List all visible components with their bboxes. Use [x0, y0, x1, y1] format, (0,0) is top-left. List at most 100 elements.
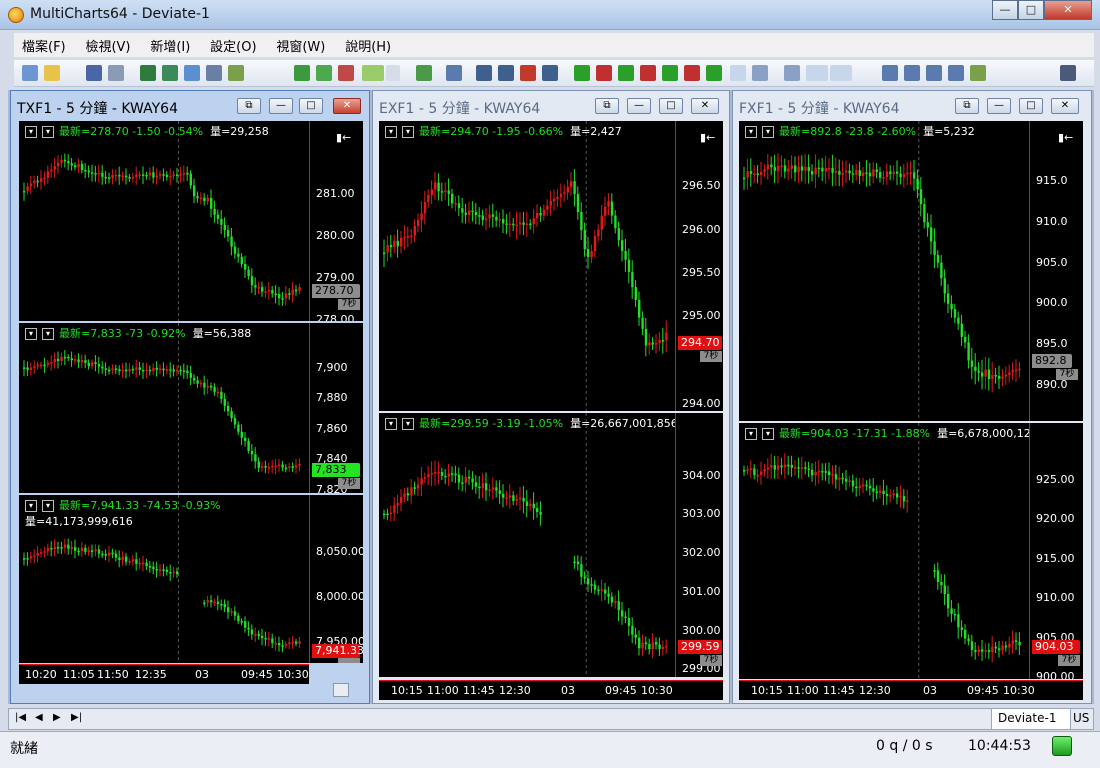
chart-window-exf1[interactable]: EXF1 - 5 分鐘 - KWAY64 ⧉ — □ ✕ ▾ ▾ 最新=294.70…: [372, 90, 730, 704]
close-button[interactable]: ✕: [333, 98, 361, 114]
detach-button[interactable]: ⧉: [237, 98, 261, 114]
series-3-icon[interactable]: [618, 65, 634, 81]
scanner-icon[interactable]: [184, 65, 200, 81]
pin-icon[interactable]: ▮←: [700, 131, 715, 144]
ohlc-icon[interactable]: [498, 65, 514, 81]
comment-icon[interactable]: [784, 65, 800, 81]
chart-window-icon[interactable]: [140, 65, 156, 81]
crosshair-icon[interactable]: [752, 65, 768, 81]
candle-icon[interactable]: [520, 65, 536, 81]
collapse-icon[interactable]: ▾: [25, 500, 37, 512]
time-axis[interactable]: 10:15 11:00 11:45 12:30 03 09:45 10:30: [379, 680, 723, 700]
dropdown-icon[interactable]: ▾: [762, 428, 774, 440]
insert-drawing-icon[interactable]: [338, 65, 354, 81]
zoom-out-icon[interactable]: [904, 65, 920, 81]
trendline-icon[interactable]: [1060, 65, 1076, 81]
series-1-icon[interactable]: [574, 65, 590, 81]
tab-deviate-1[interactable]: Deviate-1: [991, 709, 1071, 729]
detach-button[interactable]: ⧉: [595, 98, 619, 114]
minimize-button[interactable]: —: [987, 98, 1011, 114]
maximize-button[interactable]: □: [1019, 98, 1043, 114]
close-button[interactable]: ✕: [1051, 98, 1079, 114]
dropdown-icon[interactable]: ▾: [402, 126, 414, 138]
minimize-button[interactable]: —: [269, 98, 293, 114]
dropdown-icon[interactable]: ▾: [42, 500, 54, 512]
insert-signal-icon[interactable]: [316, 65, 332, 81]
line-chart-icon[interactable]: [542, 65, 558, 81]
price-pane[interactable]: ▾ ▾ 最新=904.03 -17.31 -1.88% 量=6,678,000,12…: [739, 423, 1029, 679]
pencil-icon[interactable]: [362, 65, 384, 81]
quote-window-icon[interactable]: [162, 65, 178, 81]
price-pane[interactable]: ▾ ▾ 最新=278.70 -1.50 -0.54% 量=29,258: [19, 121, 309, 321]
series-2-icon[interactable]: [596, 65, 612, 81]
arrow-up-icon[interactable]: [970, 65, 986, 81]
menu-settings[interactable]: 設定(O): [202, 33, 264, 58]
chart-window-fxf1[interactable]: FXF1 - 5 分鐘 - KWAY64 ⧉ — □ ✕ ▾ ▾ 最新=892.8 …: [732, 90, 1092, 704]
time-axis[interactable]: 10:20 11:05 11:50 12:35 03 09:45 10:30: [19, 664, 309, 684]
collapse-icon[interactable]: ▾: [385, 126, 397, 138]
last-tab-icon[interactable]: ▶|: [71, 712, 82, 723]
menu-help[interactable]: 說明(H): [337, 33, 399, 58]
price-axis[interactable]: 7,900 7,880 7,860 7,840 7,820 7,833 7秒: [309, 323, 363, 493]
detach-button[interactable]: ⧉: [955, 98, 979, 114]
collapse-icon[interactable]: ▾: [385, 418, 397, 430]
menu-insert[interactable]: 新增(I): [142, 33, 198, 58]
price-pane[interactable]: ▾ ▾ 最新=299.59 -3.19 -1.05% 量=26,667,001,85…: [379, 413, 675, 677]
dropdown-icon[interactable]: ▾: [762, 126, 774, 138]
minimize-button[interactable]: —: [992, 0, 1018, 20]
connection-status-icon[interactable]: [1052, 736, 1072, 756]
open-folder-icon[interactable]: [44, 65, 60, 81]
print-icon[interactable]: [108, 65, 124, 81]
save-icon[interactable]: [86, 65, 102, 81]
menu-file[interactable]: 檔案(F): [14, 33, 74, 58]
dropdown-icon[interactable]: ▾: [402, 418, 414, 430]
scroll-right-icon[interactable]: [806, 65, 828, 81]
price-pane[interactable]: ▾ ▾ 最新=294.70 -1.95 -0.66% 量=2,427: [379, 121, 675, 411]
series-6-icon[interactable]: [684, 65, 700, 81]
cursor-icon[interactable]: [730, 65, 746, 81]
minimize-button[interactable]: —: [627, 98, 651, 114]
dom-icon[interactable]: [206, 65, 222, 81]
price-axis[interactable]: ▮← 915.0 910.0 905.0 900.0 895.0 890.0 8…: [1029, 121, 1083, 421]
series-4-icon[interactable]: [640, 65, 656, 81]
price-pane[interactable]: ▾ ▾ 最新=892.8 -23.8 -2.60% 量=5,232: [739, 121, 1029, 421]
insert-study-icon[interactable]: [294, 65, 310, 81]
collapse-icon[interactable]: ▾: [745, 126, 757, 138]
next-tab-icon[interactable]: ▶: [53, 712, 61, 723]
collapse-icon[interactable]: ▾: [25, 328, 37, 340]
bar-chart-icon[interactable]: [476, 65, 492, 81]
pin-icon[interactable]: ▮←: [1058, 131, 1073, 144]
scroll-thumb[interactable]: [333, 683, 349, 697]
series-7-icon[interactable]: [706, 65, 722, 81]
menu-window[interactable]: 視窗(W): [268, 33, 333, 58]
price-axis[interactable]: 925.00 920.00 915.00 910.00 905.00 900.0…: [1029, 423, 1083, 679]
price-axis[interactable]: 304.00 303.00 302.00 301.00 300.00 299.0…: [675, 413, 723, 677]
tab-us[interactable]: US: [1071, 709, 1095, 729]
maximize-button[interactable]: □: [299, 98, 323, 114]
expand-icon[interactable]: [948, 65, 964, 81]
prev-tab-icon[interactable]: ◀: [35, 712, 43, 723]
dropdown-icon[interactable]: ▾: [42, 328, 54, 340]
collapse-icon[interactable]: ▾: [25, 126, 37, 138]
format-icon[interactable]: [446, 65, 462, 81]
series-5-icon[interactable]: [662, 65, 678, 81]
compress-icon[interactable]: [926, 65, 942, 81]
close-button[interactable]: ✕: [691, 98, 719, 114]
price-axis[interactable]: ▮← 296.50 296.00 295.50 295.00 294.00 29…: [675, 121, 723, 411]
chart-window-txf1[interactable]: TXF1 - 5 分鐘 - KWAY64 ⧉ — □ ✕ ▾ ▾ 最新=278.70…: [10, 90, 370, 704]
close-button[interactable]: ✕: [1044, 0, 1092, 20]
pin-icon[interactable]: ▮←: [336, 131, 351, 144]
price-axis[interactable]: ▮← 281.00 280.00 279.00 278.00 278.70 7秒: [309, 121, 363, 321]
chevron-down-icon[interactable]: [386, 65, 400, 81]
first-tab-icon[interactable]: |◀: [15, 712, 26, 723]
report-icon[interactable]: [228, 65, 244, 81]
price-axis[interactable]: 8,050.00 8,000.00 7,950.00 7,941.33 7秒: [309, 495, 363, 663]
dropdown-icon[interactable]: ▾: [42, 126, 54, 138]
menu-view[interactable]: 檢視(V): [77, 33, 138, 58]
maximize-button[interactable]: □: [1018, 0, 1044, 20]
indicator-icon[interactable]: [416, 65, 432, 81]
scroll-left-icon[interactable]: [830, 65, 852, 81]
zoom-in-icon[interactable]: [882, 65, 898, 81]
price-pane[interactable]: ▾ ▾ 最新=7,833 -73 -0.92% 量=56,388: [19, 323, 309, 493]
maximize-button[interactable]: □: [659, 98, 683, 114]
